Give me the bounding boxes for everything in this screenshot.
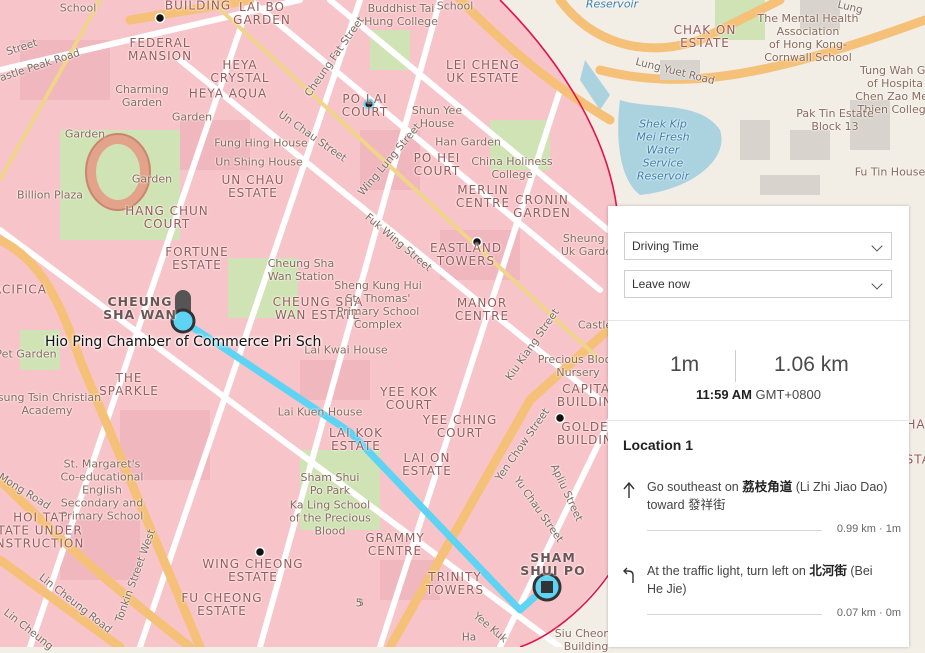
map-label: Garden: [131, 172, 173, 186]
arrival-time: 11:59 AM GMT+0800: [608, 387, 909, 402]
map-label: Ka Ling School of the Precious Blood: [289, 498, 371, 538]
step-separator: [647, 614, 822, 615]
map-label: Pak Tin Estate Block 13: [796, 107, 874, 133]
map-label: YEE KOK COURT: [380, 385, 438, 412]
travel-mode-select[interactable]: Driving Time: [624, 232, 892, 260]
map-label: HANG CHUN COURT: [125, 204, 209, 231]
map-label: Ha: [461, 631, 477, 644]
map-label: WING CHEONG ESTATE: [202, 557, 304, 584]
map-label: 5: [355, 597, 363, 610]
step-text: Go southeast on 荔枝角道 (Li Zhi Jiao Dao) t…: [647, 478, 892, 514]
map-label: School: [436, 0, 474, 13]
map-label: Precious Blood Nursery: [537, 353, 619, 379]
map-label: LAI ON ESTATE: [402, 451, 452, 478]
total-distance: 1.06 km: [774, 353, 849, 376]
map-label: PO LAI COURT: [341, 92, 389, 119]
map-label: HEYA CRYSTAL: [210, 58, 270, 85]
map-label: Sham Shui Po Park: [300, 471, 360, 497]
arrow-up-icon: [623, 481, 635, 498]
map-label: HOI TAT TATE UNDER NSTRUCTION: [0, 510, 85, 551]
total-time: 1m: [670, 353, 700, 376]
map-label: Billion Plaza: [17, 188, 83, 202]
directions-panel: Driving Time Leave now 1m 1.06 km 11:59 …: [608, 206, 909, 647]
map-label: Charming Garden: [115, 83, 169, 109]
map-label: LAI KOK ESTATE: [328, 426, 384, 453]
map-label: The Mental Health Association of Hong Kong…: [757, 12, 859, 64]
map-label: GRAMMY CENTRE: [365, 531, 425, 558]
map-label: Garden: [171, 110, 213, 124]
map-label: ACIFICA: [0, 282, 47, 297]
map-label: BUILDING: [164, 0, 232, 13]
map-label: Reservoir: [585, 0, 639, 11]
map-label: Lai Kuen House: [277, 405, 363, 419]
turn-left-icon: [623, 567, 634, 583]
eta-time: 11:59 AM: [696, 387, 752, 402]
map-label: CRONIN GARDEN: [513, 193, 571, 220]
map-label: Tsung Tsin Christian Academy: [0, 391, 102, 417]
map-label: Buddhist Tai Hung College: [364, 2, 438, 28]
chevron-down-icon: [871, 278, 883, 290]
map-label: YEE CHING COURT: [422, 413, 498, 440]
map-label: FU CHEONG ESTATE: [181, 591, 263, 618]
travel-mode-value: Driving Time: [632, 239, 699, 253]
step-street: 荔枝角道: [742, 480, 793, 494]
step-prefix: Go southeast on: [647, 480, 743, 494]
chevron-down-icon: [871, 240, 883, 252]
map-label: Han Garden: [435, 135, 501, 149]
map-label: MERLIN CENTRE: [455, 183, 511, 210]
map-label: School: [59, 1, 97, 15]
map-label: FEDERAL MANSION: [127, 36, 193, 63]
map-label: PO HEI COURT: [413, 151, 461, 178]
map-label: HEYA AQUA: [188, 86, 268, 101]
map-label: Garden: [64, 127, 106, 141]
divider: [608, 320, 909, 321]
map-label: LAI BO GARDEN: [233, 0, 291, 27]
map-label: MANOR CENTRE: [454, 296, 510, 323]
departure-value: Leave now: [632, 277, 691, 291]
step-separator: [647, 530, 822, 531]
map-label: China Holiness College: [471, 155, 553, 181]
step-meta: 0.07 km · 0m: [836, 607, 901, 619]
map-label: Shek Kip Mei Fresh Water Service Reservoir: [636, 117, 690, 183]
divider: [608, 420, 909, 421]
step-meta: 0.99 km · 1m: [836, 523, 901, 535]
location-title: Location 1: [623, 437, 694, 453]
map-label: Sheng Kung Hui St. Thomas' Primary School C…: [334, 279, 422, 331]
map-label: LEI CHENG UK ESTATE: [446, 58, 520, 85]
map-label: CHAK ON ESTATE: [673, 23, 737, 50]
map-label: Fu Tin House: [854, 165, 925, 179]
map-label: Fung Hing House: [214, 136, 308, 150]
step-prefix: At the traffic light, turn left on: [647, 564, 810, 578]
map-label: THE SPARKLE: [99, 371, 159, 398]
eta-zone: GMT+0800: [755, 387, 821, 402]
route-origin-label: Hio Ping Chamber of Commerce Pri Sch: [45, 334, 322, 350]
map-label: EASTLAND TOWERS: [429, 241, 503, 268]
map-label: UN CHAU ESTATE: [221, 173, 285, 200]
map-label: Castle: [577, 318, 613, 332]
step-text: At the traffic light, turn left on 北河街 (…: [647, 562, 892, 598]
map-label: Un Shing House: [215, 155, 303, 169]
map-label: CHEUNG SHA WAN: [103, 294, 177, 322]
map-label: HA: [906, 417, 925, 432]
departure-select[interactable]: Leave now: [624, 270, 892, 298]
summary-divider: [735, 350, 736, 382]
map-label: Cheung Sha Wan Station: [267, 257, 335, 283]
map-label: FORTUNE ESTATE: [165, 245, 229, 272]
map-label: TRINITY TOWERS: [425, 570, 485, 597]
map-label: SHAM SHUI PO: [520, 550, 586, 578]
step-street: 北河街: [809, 564, 847, 578]
